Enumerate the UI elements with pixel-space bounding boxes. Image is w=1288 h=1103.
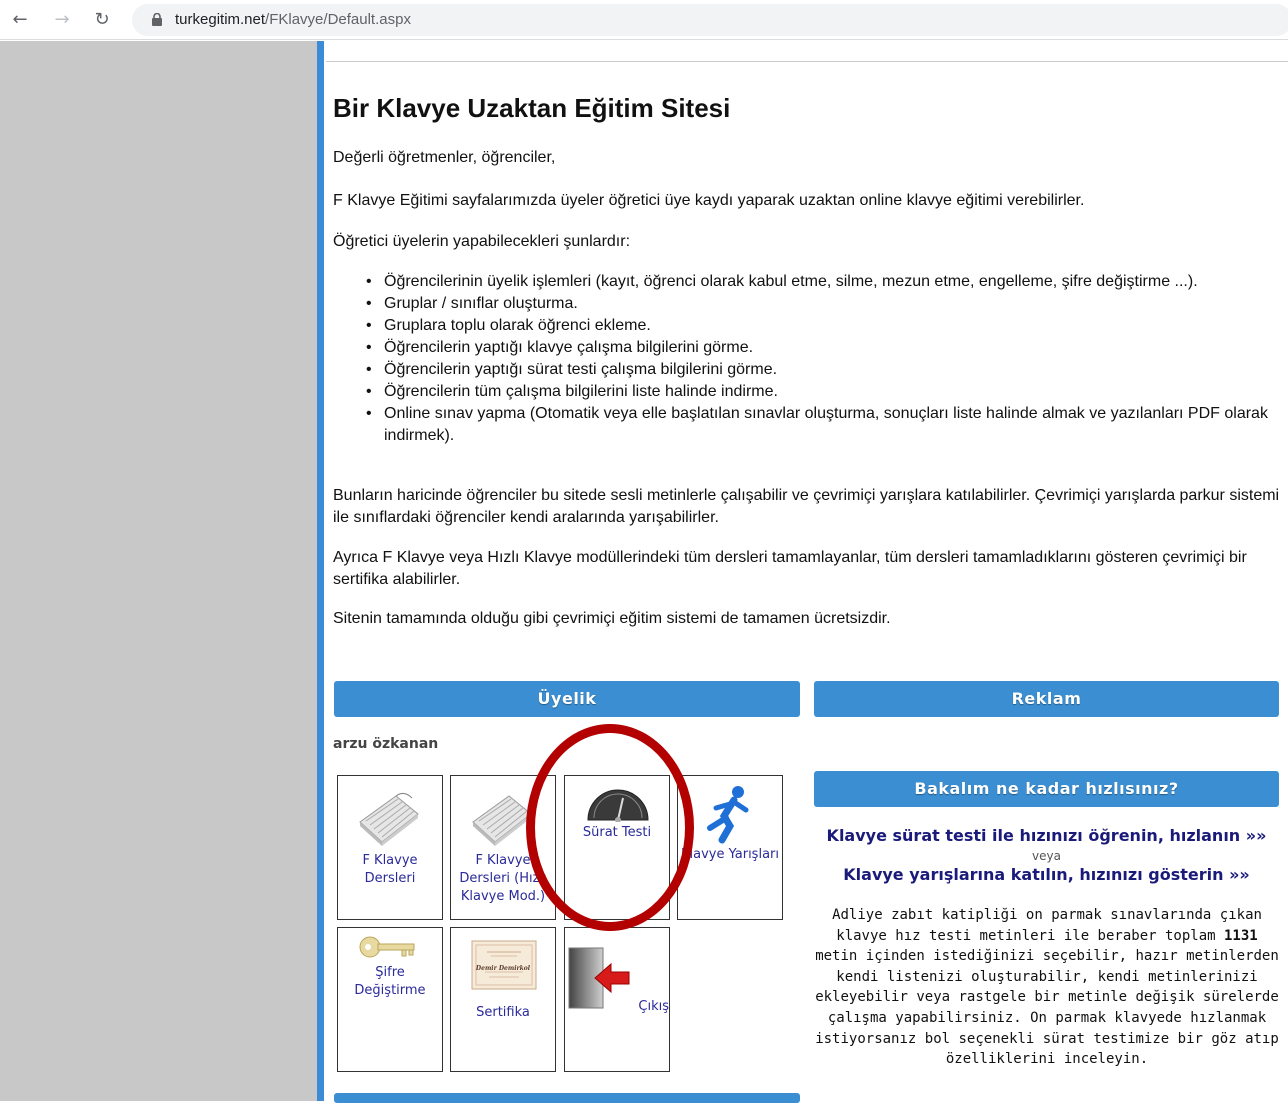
list-item: Öğrencilerin yaptığı sürat testi çalışma… [366, 359, 1284, 381]
divider [326, 61, 1288, 62]
speed-test-link[interactable]: Klavye sürat testi ile hızınızı öğrenin,… [814, 826, 1279, 845]
key-icon [359, 936, 415, 958]
list-item: Öğrencilerin tüm çalışma bilgilerini lis… [366, 381, 1284, 403]
free-paragraph: Sitenin tamamında olduğu gibi çevrimiçi … [333, 610, 891, 627]
tile-sertifika[interactable]: Demir Demirkol Sertifika [450, 927, 556, 1072]
speed-header: Bakalım ne kadar hızlısınız? [814, 771, 1279, 807]
left-margin [0, 41, 317, 1101]
tile-label: Sertifika [476, 1005, 530, 1020]
races-link[interactable]: Klavye yarışlarına katılın, hızınızı gös… [814, 865, 1279, 884]
address-bar[interactable]: turkegitim.net/FKlavye/Default.aspx [132, 4, 1288, 36]
next-section-header [334, 1093, 800, 1103]
tile-sifre-degistirme[interactable]: Şifre Değiştirme [337, 927, 443, 1072]
list-item: Gruplar / sınıflar oluşturma. [366, 293, 1284, 315]
ads-header: Reklam [814, 681, 1279, 717]
reload-icon[interactable]: ↻ [90, 8, 114, 32]
tile-label: Klavye Yarışları [680, 847, 779, 862]
certificate-name: Demir Demirkol [475, 965, 531, 972]
tile-klavye-yarislari[interactable]: Klavye Yarışları [677, 775, 783, 920]
tile-label: F Klavye Dersleri [362, 853, 418, 886]
or-text: veya [1032, 849, 1061, 863]
features-heading: Öğretici üyelerin yapabilecekleri şunlar… [333, 233, 631, 250]
exit-door-icon [568, 947, 630, 1009]
desc-text: Adliye zabıt katipliği on parmak sınavla… [832, 907, 1262, 944]
features-list: Öğrencilerinin üyelik işlemleri (kayıt, … [366, 271, 1284, 447]
lock-icon [152, 13, 162, 26]
text-count: 1131 [1224, 927, 1258, 944]
extra-paragraph: Bunların haricinde öğrenciler bu sitede … [333, 487, 1280, 526]
main-content: Bir Klavye Uzaktan Eğitim Sitesi Değerli… [324, 41, 1288, 1103]
page-border-accent [317, 41, 324, 1101]
tile-fklavye-dersleri[interactable]: F Klavye Dersleri [337, 775, 443, 920]
page-title: Bir Klavye Uzaktan Eğitim Sitesi [333, 93, 731, 123]
keyboard-icon [472, 795, 532, 846]
browser-toolbar: ← → ↻ turkegitim.net/FKlavye/Default.asp… [0, 0, 1288, 40]
keyboard-icon [359, 792, 419, 846]
greeting-text: Değerli öğretmenler, öğrenciler, [333, 149, 556, 166]
intro-text: F Klavye Eğitimi sayfalarımızda üyeler ö… [333, 192, 1085, 209]
list-item: Öğrencilerin yaptığı klavye çalışma bilg… [366, 337, 1284, 359]
speed-test-description: Adliye zabıt katipliği on parmak sınavla… [812, 905, 1282, 1070]
url-path: /FKlavye/Default.aspx [265, 11, 411, 28]
tile-label: Şifre Değiştirme [354, 965, 426, 998]
list-item: Online sınav yapma (Otomatik veya elle b… [366, 403, 1284, 447]
tile-cikis[interactable]: Çıkış [564, 927, 670, 1072]
tile-label: Çıkış [638, 999, 669, 1014]
username: arzu özkanan [333, 736, 439, 752]
list-item: Gruplara toplu olarak öğrenci ekleme. [366, 315, 1284, 337]
runner-icon [707, 786, 749, 844]
url-host: turkegitim.net [175, 11, 266, 28]
list-item: Öğrencilerinin üyelik işlemleri (kayıt, … [366, 271, 1284, 293]
certificate-paragraph: Ayrıca F Klavye veya Hızlı Klavye modüll… [333, 549, 1247, 588]
back-arrow-icon[interactable]: ← [8, 8, 32, 32]
forward-arrow-icon[interactable]: → [50, 8, 74, 32]
url-text: turkegitim.net/FKlavye/Default.aspx [175, 11, 411, 28]
membership-header: Üyelik [334, 681, 800, 717]
desc-text: metin içinden istediğinizi seçebilir, ha… [815, 948, 1279, 1068]
highlight-circle [526, 724, 694, 931]
